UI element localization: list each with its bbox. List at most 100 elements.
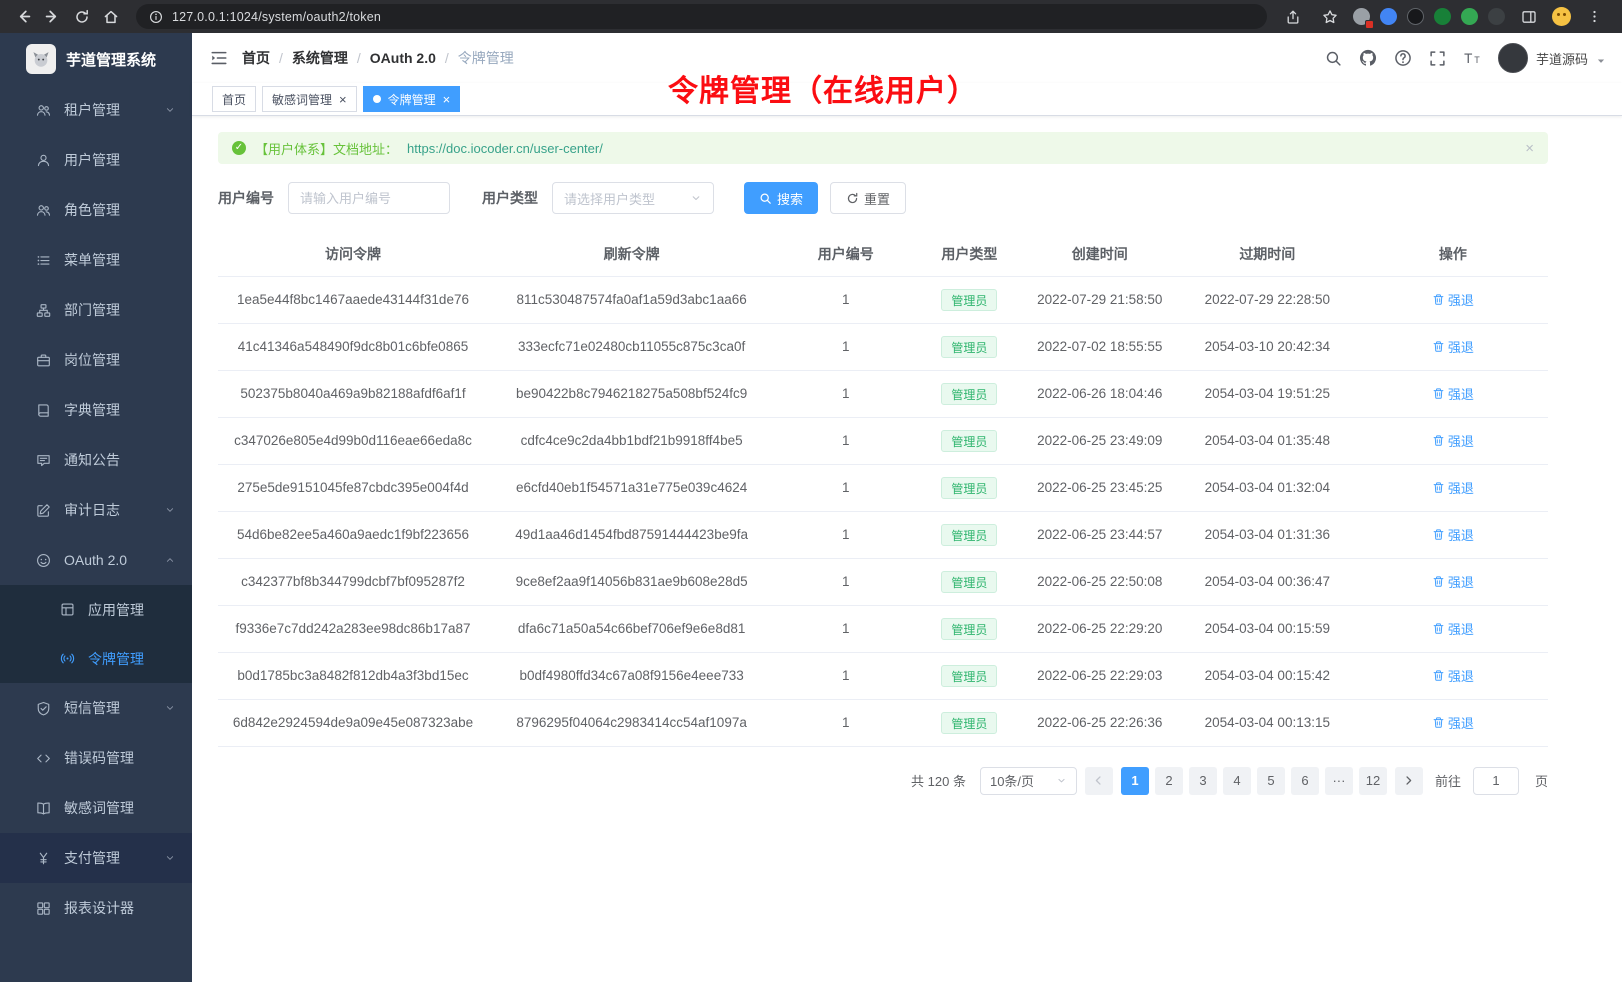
submenu-oauth2: 应用管理令牌管理 [0, 585, 192, 683]
extension-icon[interactable] [1353, 8, 1370, 25]
chevron-down-icon [164, 702, 176, 714]
sidebar-item-error-code[interactable]: 错误码管理 [0, 733, 192, 783]
page-button-1[interactable]: 1 [1121, 767, 1149, 795]
sidebar-item-report[interactable]: 报表设计器 [0, 883, 192, 933]
force-logout-button[interactable]: 强退 [1432, 666, 1474, 685]
force-logout-button[interactable]: 强退 [1432, 384, 1474, 403]
sidebar-item-dept[interactable]: 部门管理 [0, 285, 192, 335]
extension-badge [1365, 20, 1374, 29]
github-icon[interactable] [1359, 49, 1377, 67]
extension-icon[interactable] [1434, 8, 1451, 25]
force-logout-button[interactable]: 强退 [1432, 525, 1474, 544]
user-menu[interactable]: 芋道源码 [1498, 43, 1606, 73]
breadcrumb-item[interactable]: 首页 [242, 48, 270, 68]
user-type-badge: 管理员 [941, 383, 997, 405]
cell-user-type: 管理员 [916, 699, 1022, 746]
app-logo[interactable]: 芋道管理系统 [0, 33, 192, 85]
topbar: 首页/系统管理/OAuth 2.0/令牌管理 TT 芋道源码 [192, 33, 1622, 83]
sidebar-item-menu[interactable]: 菜单管理 [0, 235, 192, 285]
breadcrumb-item[interactable]: 系统管理 [292, 48, 348, 68]
reload-icon[interactable] [68, 3, 95, 30]
cell-refresh-token: 811c530487574fa0af1a59d3abc1aa66 [488, 276, 775, 323]
force-logout-button[interactable]: 强退 [1432, 572, 1474, 591]
tab-oauth2-token[interactable]: 令牌管理× [363, 86, 461, 112]
tab-sensitive-word[interactable]: 敏感词管理× [262, 86, 357, 112]
page-button-5[interactable]: 5 [1257, 767, 1285, 795]
page-button-12[interactable]: 12 [1359, 767, 1387, 795]
extension-icon[interactable] [1461, 8, 1478, 25]
sidebar-item-sensitive[interactable]: 敏感词管理 [0, 783, 192, 833]
sidebar-item-oauth2-app[interactable]: 应用管理 [0, 585, 192, 634]
cell-expire-time: 2054-03-04 01:35:48 [1177, 417, 1358, 464]
alert-doc-link[interactable]: https://doc.iocoder.cn/user-center/ [407, 141, 603, 156]
sidebar-collapse-button[interactable] [210, 49, 228, 67]
url-bar[interactable]: 127.0.0.1:1024/system/oauth2/token [136, 4, 1267, 29]
breadcrumb-item[interactable]: OAuth 2.0 [370, 50, 436, 66]
user-id-input[interactable] [288, 182, 450, 214]
page-button-3[interactable]: 3 [1189, 767, 1217, 795]
force-logout-button[interactable]: 强退 [1432, 713, 1474, 732]
page-ellipsis[interactable]: ··· [1325, 767, 1353, 795]
users-icon [36, 203, 52, 218]
extension-icon[interactable] [1488, 8, 1505, 25]
page-button-2[interactable]: 2 [1155, 767, 1183, 795]
sidebar-item-notice[interactable]: 通知公告 [0, 435, 192, 485]
sidebar-item-label: 令牌管理 [88, 649, 176, 669]
force-logout-button[interactable]: 强退 [1432, 431, 1474, 450]
page-size-value: 10条/页 [990, 771, 1034, 790]
browser-menu-icon[interactable] [1581, 3, 1608, 30]
sidebar-item-post[interactable]: 岗位管理 [0, 335, 192, 385]
reset-button[interactable]: 重置 [830, 182, 906, 214]
share-icon[interactable] [1279, 3, 1306, 30]
close-icon[interactable]: × [443, 93, 451, 106]
search-icon [759, 192, 772, 205]
close-icon[interactable]: × [1525, 140, 1534, 157]
page-size-select[interactable]: 10条/页 [980, 767, 1077, 795]
search-icon[interactable] [1325, 50, 1342, 67]
fullscreen-icon[interactable] [1429, 50, 1446, 67]
force-logout-button[interactable]: 强退 [1432, 619, 1474, 638]
force-logout-button[interactable]: 强退 [1432, 478, 1474, 497]
back-icon[interactable] [10, 3, 37, 30]
page-button-6[interactable]: 6 [1291, 767, 1319, 795]
tab-home[interactable]: 首页 [212, 86, 256, 112]
extension-icon[interactable] [1407, 8, 1424, 25]
sidebar-item-oauth2-token[interactable]: 令牌管理 [0, 634, 192, 683]
cell-user-type: 管理员 [916, 323, 1022, 370]
table-row: c342377bf8b344799dcbf7bf095287f29ce8ef2a… [218, 558, 1548, 605]
home-icon[interactable] [97, 3, 124, 30]
user-type-select[interactable]: 请选择用户类型 [552, 182, 714, 214]
sidebar-item-dict[interactable]: 字典管理 [0, 385, 192, 435]
sidebar-item-tenant[interactable]: 租户管理 [0, 85, 192, 135]
sidebar-item-pay[interactable]: 支付管理 [0, 833, 192, 883]
font-size-icon[interactable]: TT [1463, 49, 1481, 67]
site-info-icon[interactable] [149, 10, 163, 24]
close-icon[interactable]: × [339, 93, 347, 106]
extension-icon[interactable] [1380, 8, 1397, 25]
prev-page-button[interactable] [1085, 767, 1113, 795]
sidebar-item-user[interactable]: 用户管理 [0, 135, 192, 185]
tree-icon [36, 303, 52, 318]
next-page-button[interactable] [1395, 767, 1423, 795]
sidebar-item-sms[interactable]: 短信管理 [0, 683, 192, 733]
goto-page-input[interactable] [1473, 767, 1519, 795]
cell-user-id: 1 [775, 699, 916, 746]
bookmark-star-icon[interactable] [1316, 3, 1343, 30]
user-type-badge: 管理员 [941, 665, 997, 687]
force-logout-button[interactable]: 强退 [1432, 290, 1474, 309]
browser-profile-avatar[interactable] [1552, 7, 1571, 26]
cell-create-time: 2022-06-25 23:44:57 [1023, 511, 1177, 558]
force-logout-label: 强退 [1448, 572, 1474, 591]
sidebar-item-audit-log[interactable]: 审计日志 [0, 485, 192, 535]
sidebar-item-role[interactable]: 角色管理 [0, 185, 192, 235]
side-panel-icon[interactable] [1515, 3, 1542, 30]
sidebar-menu: 租户管理用户管理角色管理菜单管理部门管理岗位管理字典管理通知公告审计日志OAut… [0, 85, 192, 982]
forward-icon[interactable] [39, 3, 66, 30]
help-icon[interactable] [1394, 49, 1412, 67]
sidebar-item-label: 角色管理 [64, 200, 176, 220]
page-button-4[interactable]: 4 [1223, 767, 1251, 795]
pay-icon [36, 851, 52, 866]
sidebar-item-oauth2[interactable]: OAuth 2.0 [0, 535, 192, 585]
force-logout-button[interactable]: 强退 [1432, 337, 1474, 356]
search-button[interactable]: 搜索 [744, 182, 818, 214]
